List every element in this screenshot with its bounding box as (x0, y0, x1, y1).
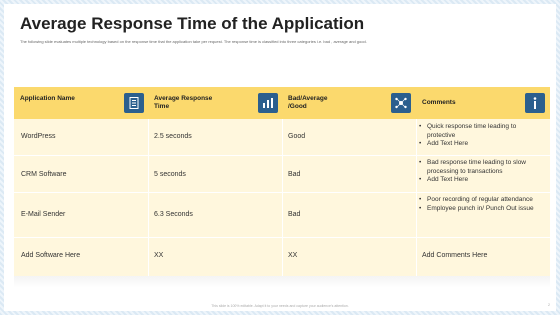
header-label: Application Name (20, 95, 75, 102)
cell-response-time: XX (154, 252, 164, 259)
cell-rating: Bad (288, 171, 301, 178)
cell-response-time: 6.3 Seconds (154, 211, 193, 218)
page-subtitle: The following slide evaluates multiple t… (20, 39, 367, 44)
header-label: Average Response Time (154, 95, 213, 110)
page-title: Average Response Time of the Application (20, 14, 365, 33)
row-divider (14, 192, 550, 193)
cell-comments: Quick response time leading to protectiv… (419, 123, 544, 149)
cell-rating: XX (288, 252, 298, 259)
cell-rating: Good (288, 133, 306, 140)
slide: Average Response Time of the Application… (4, 4, 556, 311)
comment-item: Quick response time leading to protectiv… (419, 123, 544, 140)
column-divider (148, 119, 149, 276)
cell-comments: Add Comments Here (422, 252, 488, 259)
footer-note: This slide is 100% editable. Adapt it to… (211, 304, 349, 308)
cell-app-name: CRM Software (21, 171, 67, 178)
page-number: 2 (548, 303, 550, 307)
info-icon (525, 93, 545, 113)
cell-app-name: WordPress (21, 133, 56, 140)
cell-comments: Poor recording of regular attendance Emp… (419, 196, 544, 213)
comment-item: Add Text Here (419, 140, 544, 149)
comment-item: Poor recording of regular attendance (419, 196, 544, 205)
document-icon (124, 93, 144, 113)
header-label: Bad/Average /Good (288, 95, 328, 110)
cell-rating: Bad (288, 211, 301, 218)
comment-item: Bad response time leading to slow proces… (419, 159, 544, 176)
cell-app-name: Add Software Here (21, 252, 81, 259)
column-divider (416, 119, 417, 276)
table-shadow (14, 276, 550, 288)
comment-item: Employee punch in/ Punch Out issue (419, 205, 544, 214)
row-divider (14, 155, 550, 156)
column-divider (282, 119, 283, 276)
network-icon (391, 93, 411, 113)
cell-comments: Bad response time leading to slow proces… (419, 159, 544, 185)
comment-item: Add Text Here (419, 176, 544, 185)
row-divider (14, 237, 550, 238)
cell-app-name: E-Mail Sender (21, 211, 66, 218)
bar-chart-icon (258, 93, 278, 113)
cell-response-time: 2.5 seconds (154, 133, 192, 140)
cell-response-time: 5 seconds (154, 171, 186, 178)
